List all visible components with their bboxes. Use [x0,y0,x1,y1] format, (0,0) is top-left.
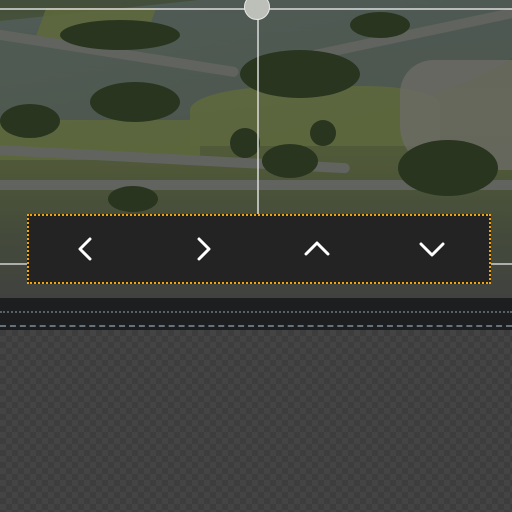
empty-canvas-area[interactable] [0,330,512,512]
filmstrip-bar [0,298,512,330]
up-button[interactable] [287,219,347,279]
filmstrip-border [0,325,512,327]
chevron-up-icon [304,241,329,256]
filmstrip-divider [0,311,512,313]
crop-guide-vertical[interactable] [257,0,259,215]
chevron-down-icon [419,242,444,257]
next-button[interactable] [172,219,232,279]
chevron-left-icon [78,237,91,261]
navigation-toolbar [27,214,491,284]
chevron-right-icon [197,237,210,261]
previous-button[interactable] [57,219,117,279]
down-button[interactable] [402,219,462,279]
